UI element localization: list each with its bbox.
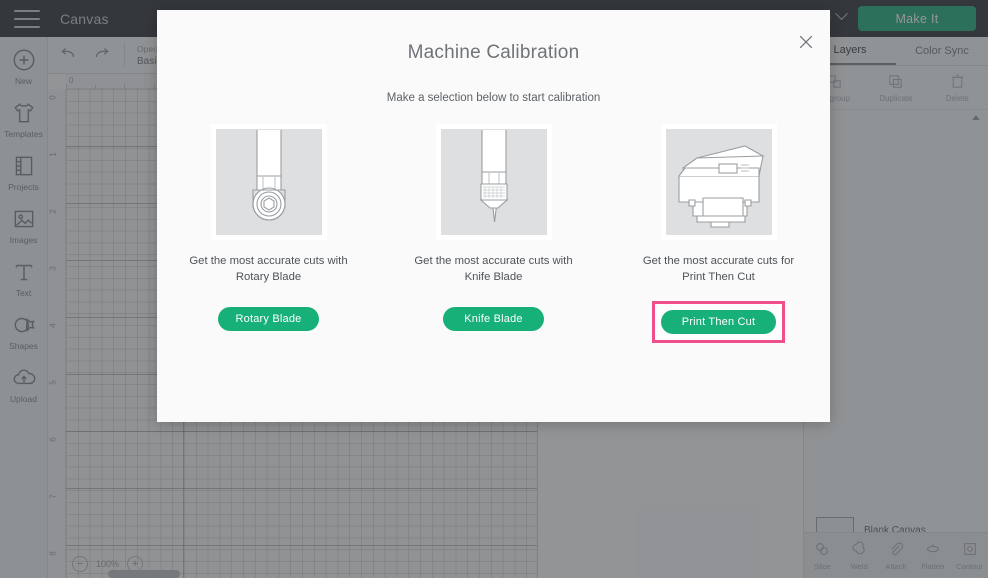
option-caption: Get the most accurate cuts with Rotary B… — [189, 255, 348, 283]
option-card-knife-blade[interactable]: Get the most accurate cuts with Knife Bl… — [411, 124, 576, 343]
rotary-blade-illustration — [210, 124, 327, 240]
application-root: Canvas Maker 3 Make It New — [0, 0, 988, 578]
option-card-rotary-blade[interactable]: Get the most accurate cuts with Rotary B… — [186, 124, 351, 343]
button-wrapper: Knife Blade — [437, 301, 550, 337]
option-card-print-then-cut[interactable]: Get the most accurate cuts for Print The… — [636, 124, 801, 343]
close-icon[interactable] — [796, 32, 816, 52]
machine-calibration-dialog: Machine Calibration Make a selection bel… — [157, 10, 830, 422]
dialog-subtitle: Make a selection below to start calibrat… — [386, 92, 601, 104]
print-then-cut-button[interactable]: Print Then Cut — [661, 310, 776, 334]
knife-blade-illustration — [435, 124, 552, 240]
printer-illustration — [660, 124, 777, 240]
option-caption: Get the most accurate cuts for Print The… — [642, 255, 795, 283]
knife-blade-button[interactable]: Knife Blade — [443, 307, 544, 331]
rotary-blade-button[interactable]: Rotary Blade — [218, 307, 319, 331]
dialog-title: Machine Calibration — [407, 42, 580, 63]
button-wrapper: Rotary Blade — [212, 301, 325, 337]
highlight-box: Print Then Cut — [652, 301, 785, 343]
calibration-options: Get the most accurate cuts with Rotary B… — [157, 124, 830, 343]
option-caption: Get the most accurate cuts with Knife Bl… — [414, 255, 573, 283]
